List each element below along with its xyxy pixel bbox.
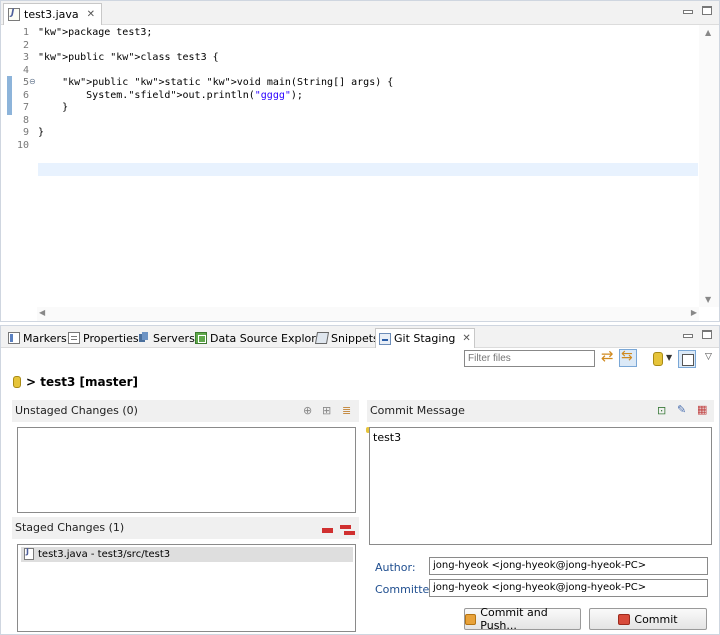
current-line-highlight <box>38 163 698 176</box>
tab-servers[interactable]: Servers <box>135 328 198 348</box>
close-icon[interactable]: ✕ <box>462 333 470 344</box>
tab-markers[interactable]: Markers <box>5 328 70 348</box>
unstaged-changes-title: Unstaged Changes (0) <box>15 404 138 417</box>
editor-window-controls <box>683 6 712 15</box>
java-file-icon <box>24 547 34 560</box>
minimize-icon[interactable] <box>683 10 693 14</box>
git-staging-icon <box>379 332 391 345</box>
committer-label: Committer: <box>375 583 438 596</box>
tab-label: Git Staging <box>394 332 456 345</box>
line-number: 8 <box>22 114 29 126</box>
remove-from-index-icon[interactable] <box>322 528 333 533</box>
remove-all-from-index-icon[interactable] <box>340 525 351 529</box>
code-line: "kw">public "kw">class test3 { <box>38 52 219 63</box>
line-number: 3 <box>22 52 29 63</box>
snippets-icon <box>314 332 330 344</box>
tab-snippets[interactable]: Snippets <box>313 328 382 348</box>
commit-message-title: Commit Message <box>370 404 465 417</box>
commit-icon <box>618 613 631 625</box>
link-with-selection-icon[interactable] <box>619 348 637 367</box>
staged-file-item[interactable]: test3.java - test3/src/test3 <box>21 547 353 562</box>
repository-header: > test3 [master] <box>13 375 138 389</box>
code-area[interactable]: ⊖ 1 2 3 4 5 6 7 8 9 10 "kw">package test… <box>1 25 699 307</box>
view-tab-bar: Markers Properties Servers Data Source E… <box>1 326 719 348</box>
line-number: 10 <box>16 139 29 151</box>
repository-label: > test3 [master] <box>26 375 139 389</box>
editor-tab-test3-java[interactable]: test3.java ✕ <box>3 3 103 25</box>
java-file-icon <box>8 8 20 21</box>
java-editor: test3.java ✕ ⊖ 1 2 3 4 5 6 7 8 9 10 "kw"… <box>0 0 720 322</box>
committer-field[interactable]: jong-hyeok <jong-hyeok@jong-hyeok-PC> <box>429 579 708 597</box>
line-number: 5 <box>22 77 29 88</box>
add-to-index-icon[interactable]: ⊕ <box>303 404 312 417</box>
remove-all-from-index-icon-part <box>344 531 355 535</box>
author-label: Author: <box>375 561 416 574</box>
horizontal-scrollbar[interactable]: ◀ ▶ <box>37 307 699 321</box>
scroll-left-icon[interactable]: ◀ <box>39 308 45 317</box>
commit-and-push-label: Commit and Push... <box>480 606 548 632</box>
author-field[interactable]: jong-hyeok <jong-hyeok@jong-hyeok-PC> <box>429 557 708 575</box>
data-source-explorer-icon <box>195 332 207 344</box>
repository-icon[interactable] <box>651 351 667 367</box>
view-window-controls <box>683 330 712 339</box>
line-number: 4 <box>22 64 29 76</box>
line-number: 1 <box>22 27 29 38</box>
filter-files-input[interactable] <box>464 350 595 367</box>
staged-file-label: test3.java - test3/src/test3 <box>38 549 171 560</box>
sort-icon[interactable]: ≣ <box>342 404 351 417</box>
scroll-right-icon[interactable]: ▶ <box>691 308 697 317</box>
line-number: 6 <box>22 89 29 101</box>
commit-button[interactable]: Commit <box>589 608 707 630</box>
tab-label: Servers <box>153 331 195 345</box>
sign-off-icon[interactable]: ✎ <box>677 403 686 416</box>
line-number: 7 <box>22 102 29 113</box>
maximize-icon[interactable] <box>702 6 712 15</box>
fold-collapse-icon[interactable]: ⊖ <box>29 76 36 89</box>
line-number: 9 <box>22 127 29 138</box>
markers-icon <box>8 332 20 344</box>
change-marker <box>7 76 12 115</box>
refresh-icon[interactable] <box>601 347 617 366</box>
code-line: } <box>38 127 45 138</box>
chevron-down-icon[interactable]: ▼ <box>666 353 672 362</box>
tab-git-staging[interactable]: Git Staging ✕ <box>375 328 475 348</box>
tab-label: Snippets <box>331 331 379 345</box>
layout-icon[interactable] <box>678 350 696 368</box>
vertical-scrollbar[interactable]: ▲ ▼ <box>699 25 719 307</box>
commit-push-icon <box>465 613 477 625</box>
close-icon[interactable]: ✕ <box>87 9 95 20</box>
bottom-panel: Markers Properties Servers Data Source E… <box>0 325 720 635</box>
servers-icon <box>138 332 150 344</box>
scroll-up-icon[interactable]: ▲ <box>705 28 711 37</box>
tab-label: Data Source Explorer <box>210 331 327 345</box>
repository-icon <box>13 376 21 388</box>
code-line: "kw">public "kw">static "kw">void main(S… <box>62 77 394 88</box>
minimize-icon[interactable] <box>683 334 693 338</box>
maximize-icon[interactable] <box>702 330 712 339</box>
view-menu-icon[interactable]: ▽ <box>705 352 712 362</box>
tab-data-source-explorer[interactable]: Data Source Explorer <box>192 328 330 348</box>
unstaged-changes-list[interactable] <box>17 427 356 513</box>
staged-changes-title: Staged Changes (1) <box>15 521 125 534</box>
line-number: 2 <box>22 39 29 51</box>
add-change-id-icon[interactable]: ▦ <box>697 403 707 416</box>
commit-label: Commit <box>634 612 678 626</box>
add-all-to-index-icon[interactable]: ⊞ <box>322 404 331 417</box>
amend-icon[interactable]: ⊡ <box>657 404 666 417</box>
code-line: } <box>38 102 69 113</box>
tab-label: Properties <box>83 331 139 345</box>
scroll-down-icon[interactable]: ▼ <box>705 295 711 304</box>
commit-message-textarea[interactable]: test3 <box>369 427 712 545</box>
code-line: "kw">package test3; <box>38 27 153 38</box>
editor-tab-bar: test3.java ✕ <box>1 1 719 25</box>
tab-properties[interactable]: Properties <box>65 328 142 348</box>
editor-tab-label: test3.java <box>24 8 79 21</box>
code-line: System."sfield">out.println("gggg"); <box>38 89 303 101</box>
properties-icon <box>68 332 80 344</box>
tab-label: Markers <box>23 331 67 345</box>
commit-and-push-button[interactable]: Commit and Push... <box>464 606 581 632</box>
